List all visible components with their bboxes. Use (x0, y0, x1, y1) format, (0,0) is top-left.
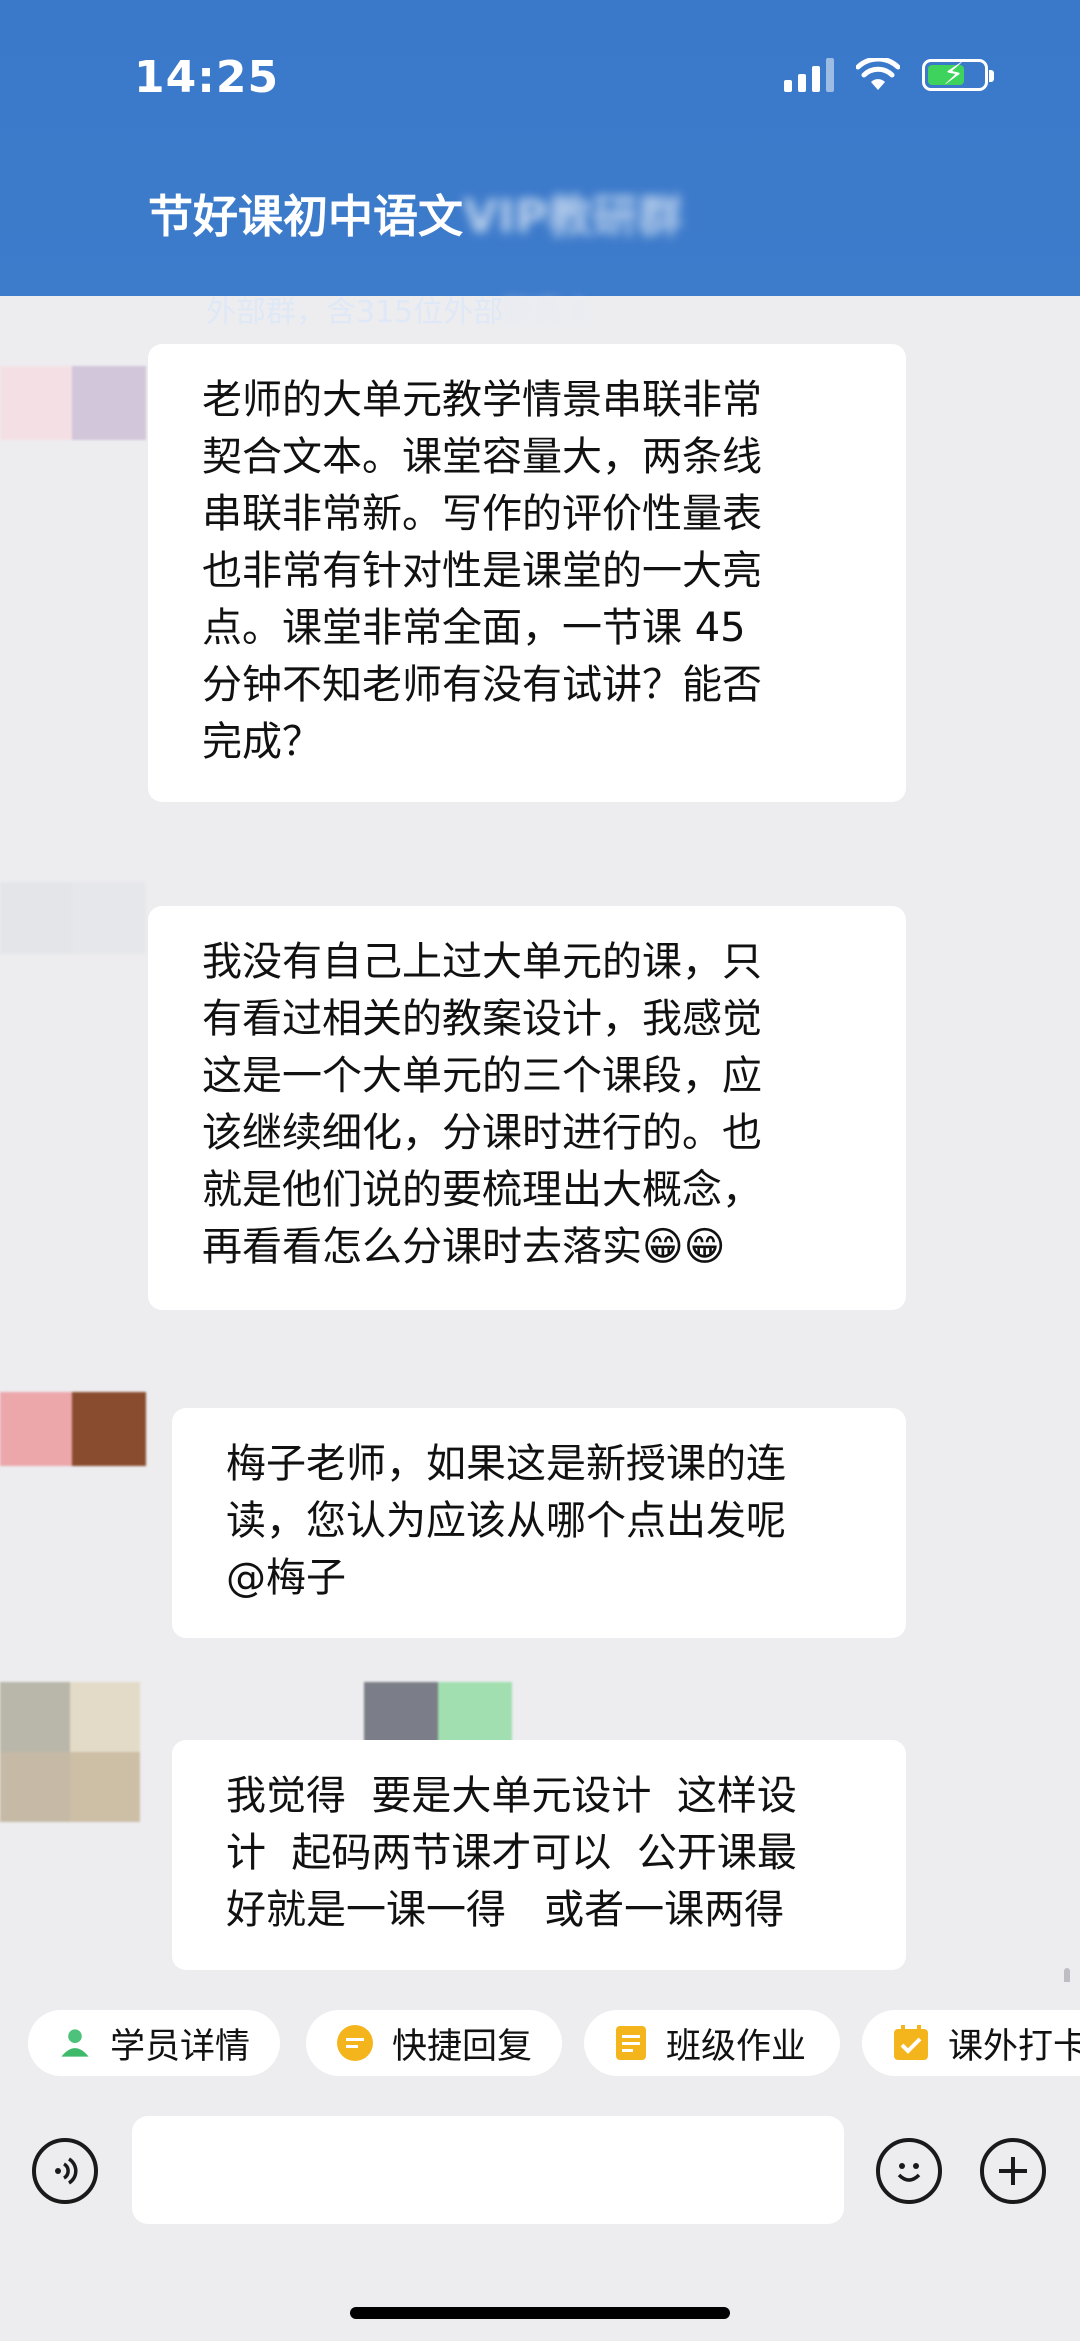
home-indicator (350, 2307, 730, 2319)
avatar[interactable] (0, 1392, 146, 1466)
student-details-button[interactable]: 学员详情 (28, 2010, 280, 2076)
quick-reply-icon (336, 2025, 373, 2061)
message-bubble[interactable]: 我没有自己上过大单元的课，只 有看过相关的教案设计，我感觉 这是一个大单元的三个… (148, 906, 906, 1310)
status-icons: ⚡ (784, 57, 994, 92)
wifi-icon (856, 58, 900, 90)
chat-message-list[interactable]: 老师的大单元教学情景串联非常 契合文本。课堂容量大，两条线 串联非常新。写作的评… (0, 296, 1080, 1982)
avatar[interactable] (0, 366, 146, 440)
message-bubble[interactable]: 老师的大单元教学情景串联非常 契合文本。课堂容量大，两条线 串联非常新。写作的评… (148, 344, 906, 802)
voice-button[interactable] (32, 2138, 98, 2204)
avatar[interactable] (0, 882, 146, 954)
emoji-button[interactable] (876, 2138, 942, 2204)
battery-icon: ⚡ (922, 57, 994, 92)
message-bubble[interactable]: 梅子老师，如果这是新授课的连 读，您认为应该从哪个点出发呢 @梅子 (172, 1408, 906, 1638)
message-bubble[interactable]: 我觉得 要是大单元设计 这样设 计 起码两节课才可以 公开课最 好就是一课一得 … (172, 1740, 906, 1970)
class-homework-button[interactable]: 班级作业 (584, 2010, 840, 2076)
checkin-icon (893, 2025, 928, 2060)
voice-icon (55, 2157, 78, 2185)
quick-reply-button[interactable]: 快捷回复 (306, 2010, 562, 2076)
extracurricular-checkin-button[interactable]: 课外打卡 (862, 2010, 1080, 2076)
plus-button[interactable] (980, 2138, 1046, 2204)
student-icon (61, 2029, 89, 2057)
group-title[interactable]: 节好课初中语文VIP教研群 (148, 180, 683, 245)
scrollbar[interactable] (1064, 1968, 1070, 1982)
status-time: 14:25 (134, 52, 280, 103)
avatar[interactable] (0, 1682, 140, 1822)
emoji-icon (897, 2163, 921, 2182)
signal-icon (784, 58, 834, 92)
homework-icon (616, 2026, 646, 2060)
chat-header: 14:25 ⚡ 节好课初中语文VIP教研群 外部群，含315位外部联系人 (0, 0, 1080, 330)
plus-icon (999, 2157, 1027, 2185)
message-input[interactable] (132, 2116, 844, 2224)
quick-action-bar[interactable]: 学员详情 快捷回复 班级作业 课外打卡 (0, 1982, 1080, 2114)
